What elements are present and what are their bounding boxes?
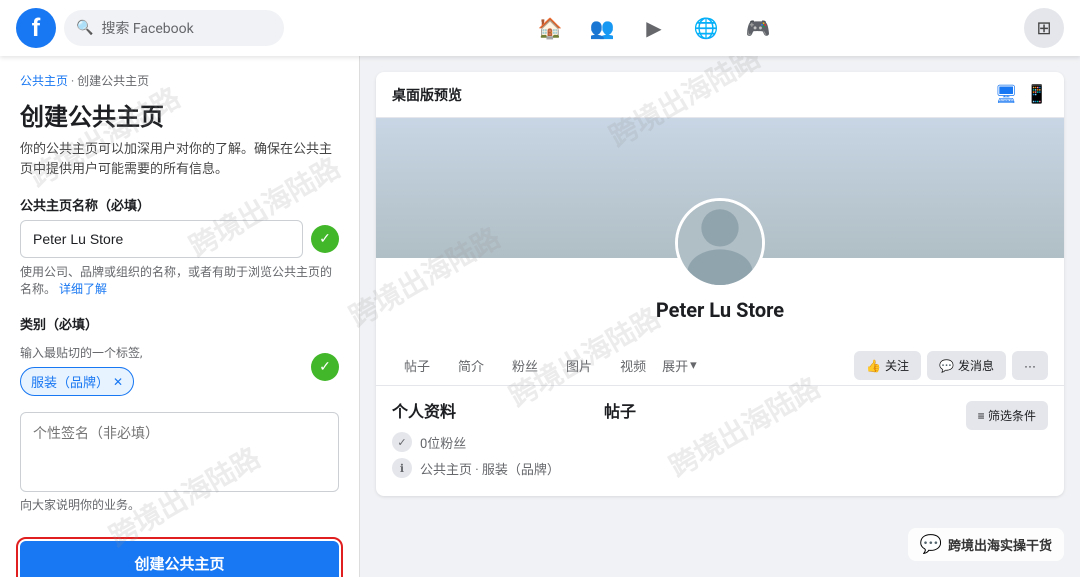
page-title: 创建公共主页	[20, 97, 339, 132]
bio-section: 向大家说明你的业务。	[20, 412, 339, 513]
desktop-icon[interactable]: 🖥	[995, 84, 1018, 105]
page-type-label: 公共主页 · 服装（品牌）	[420, 459, 560, 478]
profile-body: 个人资料 ✓ 0位粉丝 ℹ 公共主页 · 服装（品牌） 帖子 ≡ 筛选条件	[376, 386, 1064, 496]
info-circle-icon: ℹ	[392, 458, 412, 478]
breadcrumb-parent[interactable]: 公共主页	[20, 74, 68, 88]
breadcrumb-current: 创建公共主页	[77, 74, 149, 88]
name-helper-text: 使用公司、品牌或组织的名称，或者有助于浏览公共主页的名称。 详细了解	[20, 264, 339, 298]
category-tag-label: 服装（品牌）	[31, 372, 109, 391]
follow-icon: 👍	[866, 359, 881, 373]
bio-input[interactable]	[20, 412, 339, 492]
nav-gaming-icon[interactable]: 🎮	[734, 4, 782, 52]
preview-header: 桌面版预览 🖥 📱	[376, 72, 1064, 118]
nav-friends-icon[interactable]: 👥	[578, 4, 626, 52]
bottom-badge: 💬 跨境出海实操干货	[908, 528, 1064, 561]
category-remove-icon[interactable]: ✕	[113, 375, 123, 389]
tab-photos[interactable]: 图片	[554, 346, 604, 385]
name-label: 公共主页名称（必填）	[20, 195, 339, 214]
mobile-icon[interactable]: 📱	[1026, 84, 1048, 105]
category-tag[interactable]: 服装（品牌） ✕	[20, 367, 134, 396]
posts-title: 帖子	[604, 398, 636, 422]
nav-right-group: ⊞	[1024, 8, 1064, 48]
preview-device-icons: 🖥 📱	[995, 84, 1048, 105]
followers-icon: ✓	[392, 432, 412, 452]
right-panel: 桌面版预览 🖥 📱	[360, 56, 1080, 577]
nav-globe-icon[interactable]: 🌐	[682, 4, 730, 52]
nav-icons-group: 🏠 👥 ▶ 🌐 🎮	[526, 4, 782, 52]
category-label: 类别（必填）	[20, 314, 339, 333]
posts-header: 帖子 ≡ 筛选条件	[604, 398, 1048, 432]
profile-posts-section: 帖子 ≡ 筛选条件	[604, 398, 1048, 484]
message-icon: 💬	[939, 359, 954, 373]
page-name-section: 公共主页名称（必填） ✓ 使用公司、品牌或组织的名称，或者有助于浏览公共主页的名…	[20, 195, 339, 298]
preview-container: 桌面版预览 🖥 📱	[376, 72, 1064, 496]
main-content: 公共主页 · 创建公共主页 创建公共主页 你的公共主页可以加深用户对你的了解。确…	[0, 56, 1080, 577]
tab-videos[interactable]: 视频	[608, 346, 658, 385]
search-icon: 🔍	[76, 20, 93, 36]
page-description: 你的公共主页可以加深用户对你的了解。确保在公共主页中提供用户可能需要的所有信息。	[20, 140, 339, 179]
profile-avatar	[675, 198, 765, 288]
breadcrumb: 公共主页 · 创建公共主页	[20, 72, 339, 89]
follow-button[interactable]: 👍 关注	[854, 351, 921, 380]
category-section: 类别（必填） 输入最贴切的一个标签, 服装（品牌） ✕ ✓	[20, 314, 339, 397]
bio-helper: 向大家说明你的业务。	[20, 496, 339, 513]
category-enter-hint: 输入最贴切的一个标签,	[20, 345, 303, 362]
preview-title: 桌面版预览	[392, 85, 462, 105]
nav-video-icon[interactable]: ▶	[630, 4, 678, 52]
tab-posts[interactable]: 帖子	[392, 346, 442, 385]
search-placeholder: 搜索 Facebook	[101, 18, 193, 38]
profile-name: Peter Lu Store	[392, 298, 1048, 322]
message-label: 发消息	[958, 357, 994, 374]
sidebar-title: 个人资料	[392, 398, 592, 422]
more-options-button[interactable]: ···	[1012, 351, 1048, 380]
facebook-logo: f	[16, 8, 56, 48]
name-valid-check: ✓	[311, 225, 339, 253]
create-page-button[interactable]: 创建公共主页	[20, 541, 339, 577]
avatar-silhouette	[678, 201, 762, 285]
follow-label: 关注	[885, 357, 909, 374]
page-name-input[interactable]	[20, 220, 303, 258]
left-panel: 公共主页 · 创建公共主页 创建公共主页 你的公共主页可以加深用户对你的了解。确…	[0, 56, 360, 577]
chevron-down-icon: ▾	[690, 358, 697, 373]
tab-more[interactable]: 展开 ▾	[662, 356, 697, 375]
badge-icon: 💬	[920, 534, 942, 555]
badge-text: 跨境出海实操干货	[948, 535, 1052, 554]
category-input-row: 输入最贴切的一个标签, 服装（品牌） ✕ ✓	[20, 339, 339, 397]
page-type-info: ℹ 公共主页 · 服装（品牌）	[392, 458, 592, 478]
profile-cover	[376, 118, 1064, 258]
nav-home-icon[interactable]: 🏠	[526, 4, 574, 52]
search-bar[interactable]: 🔍 搜索 Facebook	[64, 10, 284, 46]
profile-tab-actions: 👍 关注 💬 发消息 ···	[854, 351, 1048, 380]
followers-info: ✓ 0位粉丝	[392, 432, 592, 452]
category-valid-check: ✓	[311, 353, 339, 381]
tab-followers[interactable]: 粉丝	[500, 346, 550, 385]
category-row: 服装（品牌） ✕	[20, 367, 303, 396]
name-input-row: ✓	[20, 220, 339, 258]
filter-button[interactable]: ≡ 筛选条件	[966, 401, 1048, 430]
followers-count: 0位粉丝	[420, 433, 466, 452]
grid-menu-icon[interactable]: ⊞	[1024, 8, 1064, 48]
profile-sidebar: 个人资料 ✓ 0位粉丝 ℹ 公共主页 · 服装（品牌）	[392, 398, 592, 484]
avatar-bg	[678, 201, 762, 285]
message-button[interactable]: 💬 发消息	[927, 351, 1006, 380]
name-helper-link[interactable]: 详细了解	[59, 282, 107, 296]
profile-tabs: 帖子 简介 粉丝 图片 视频 展开 ▾ 👍 关注 💬 发消息 ···	[376, 346, 1064, 386]
top-navigation: f 🔍 搜索 Facebook 🏠 👥 ▶ 🌐 🎮 ⊞	[0, 0, 1080, 56]
tab-about[interactable]: 简介	[446, 346, 496, 385]
